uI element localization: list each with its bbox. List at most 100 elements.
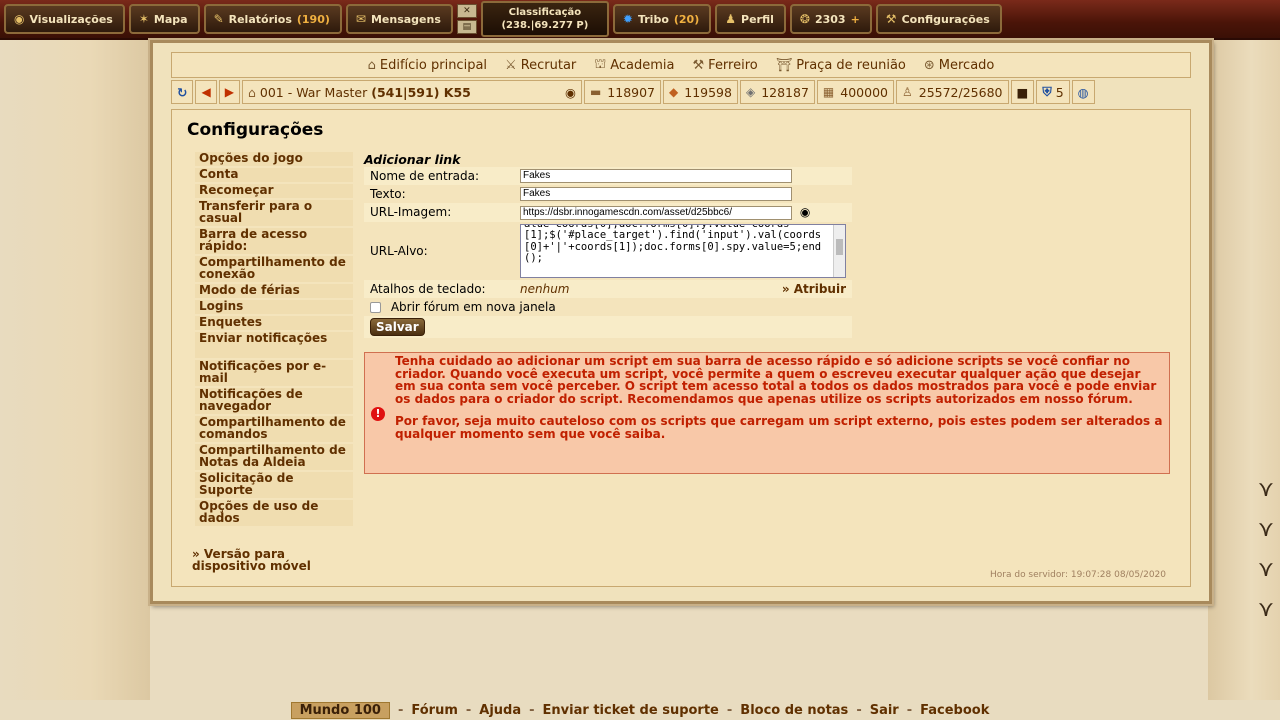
farm-value: 25572/25680 <box>918 84 1003 100</box>
background-left <box>0 40 150 700</box>
menu-item[interactable]: Notificações de navegador <box>195 388 353 414</box>
premium-points: 2303 <box>814 12 846 26</box>
entry-label: Nome de entrada: <box>364 167 514 185</box>
book-box[interactable]: ■ <box>1010 80 1035 104</box>
mensagens-label: Mensagens <box>370 12 441 26</box>
save-button[interactable]: Salvar <box>370 317 425 336</box>
main-building-icon: ⌂ <box>367 57 376 73</box>
relatorios-button[interactable]: ✎ Relatórios (190) <box>203 4 342 34</box>
eye-icon: ◉ <box>14 12 25 26</box>
text-label: Texto: <box>364 185 514 203</box>
image-preview-icon[interactable]: ◉ <box>800 205 810 219</box>
premium-button[interactable]: ❂ 2303 + <box>789 4 872 34</box>
form-title: Adicionar link <box>364 152 461 167</box>
building-mercado[interactable]: ⊛ Mercado <box>924 58 995 73</box>
academy-icon: ⛫ <box>594 56 607 72</box>
refresh-box[interactable]: ↻ <box>171 80 194 104</box>
menu-item[interactable]: Compartilhamento de conexão <box>195 256 353 282</box>
mapa-button[interactable]: ✶ Mapa <box>128 4 200 34</box>
building-mercado-label: Mercado <box>938 57 995 73</box>
footer-separator: - <box>906 702 913 718</box>
units-box[interactable]: ⛨ 5 <box>1036 80 1070 104</box>
footer-link[interactable]: Sair <box>870 703 899 718</box>
target-url-textarea[interactable]: alue=coords[0];doc.forms[0].y.value=coor… <box>520 223 846 278</box>
settings-sidemenu: Opções do jogo Conta Recomeçar Transferi… <box>195 152 353 528</box>
coin-icon: ❂ <box>799 12 810 26</box>
image-url-input[interactable]: https://dsbr.innogamescdn.com/asset/d25b… <box>520 205 792 220</box>
mapa-label: Mapa <box>153 12 188 26</box>
forum-new-window-checkbox[interactable] <box>370 301 381 313</box>
building-praca[interactable]: ⛩ Praça de reunião <box>776 58 906 73</box>
menu-item[interactable]: Opções de uso de dados <box>195 500 353 526</box>
resource-farm: ♙ 25572/25680 <box>895 80 1009 104</box>
menu-item[interactable]: Enquetes <box>195 316 353 330</box>
village-name-box[interactable]: ⌂ 001 - War Master (541|591) K55 ◉ <box>241 80 582 104</box>
village-icon: ⌂ <box>247 84 256 100</box>
warning-icon: ! <box>371 407 385 421</box>
building-bar: ⌂ Edifício principal ⚔ Recrutar ⛫ Academ… <box>171 52 1191 78</box>
text-input[interactable]: Fakes <box>520 187 792 201</box>
building-academia[interactable]: ⛫ Academia <box>594 57 674 74</box>
configuracoes-button[interactable]: ⚒ Configurações <box>875 4 1002 34</box>
building-recrutar-label: Recrutar <box>520 57 577 73</box>
mensagens-button[interactable]: ✉ Mensagens <box>345 4 453 34</box>
next-village-button[interactable]: ▶ <box>218 80 240 104</box>
menu-item[interactable]: Conta <box>195 168 353 182</box>
page-title: Configurações <box>187 120 324 140</box>
footer-bar: Mundo 100 - Fórum - Ajuda - Enviar ticke… <box>0 700 1280 720</box>
wood-icon: ▬ <box>589 85 602 99</box>
classificacao-box[interactable]: Classificação (238.|69.277 P) <box>480 1 609 37</box>
world-badge[interactable]: Mundo 100 <box>290 701 390 719</box>
prev-village-button[interactable]: ◀ <box>195 80 217 104</box>
tribo-label: Tribo <box>637 12 669 26</box>
iron-value: 128187 <box>761 84 809 100</box>
menu-item[interactable]: Compartilhamento de Notas da Aldeia <box>195 444 353 470</box>
info-icon[interactable]: ◉ <box>565 85 576 100</box>
assign-link[interactable]: » Atribuir <box>782 282 846 296</box>
mobile-version-link[interactable]: » Versão para dispositivo móvel <box>192 548 352 572</box>
background-right: ⋎ ⋎ ⋎ ⋎ <box>1208 40 1280 700</box>
anvil-icon: ⚒ <box>692 57 705 73</box>
target-url-label: URL-Alvo: <box>364 221 514 280</box>
menu-item[interactable]: Enviar notificações <box>195 332 353 358</box>
menu-item[interactable]: Modo de férias <box>195 284 353 298</box>
textarea-scrollbar[interactable] <box>833 224 845 277</box>
form-table: Nome de entrada: Fakes Texto: Fakes URL-… <box>364 167 852 338</box>
building-recrutar[interactable]: ⚔ Recrutar <box>505 58 576 73</box>
menu-item[interactable]: Notificações por e-mail <box>195 360 353 386</box>
warning-text-1: Tenha cuidado ao adicionar um script em … <box>395 354 1157 406</box>
close-icon[interactable]: ✕ <box>456 4 477 18</box>
footer-link[interactable]: Fórum <box>411 703 458 718</box>
menu-item[interactable]: Transferir para o casual <box>195 200 353 226</box>
footer-link[interactable]: Bloco de notas <box>740 703 848 718</box>
building-edificio-label: Edifício principal <box>379 57 488 73</box>
menu-item[interactable]: Compartilhamento de comandos <box>195 416 353 442</box>
menu-item[interactable]: Solicitação de Suporte <box>195 472 353 498</box>
perfil-button[interactable]: ♟ Perfil <box>715 4 786 34</box>
resource-clay: ◆ 119598 <box>663 80 738 104</box>
building-ferreiro[interactable]: ⚒ Ferreiro <box>693 58 758 73</box>
script-warning-box: ! Tenha cuidado ao adicionar um script e… <box>364 352 1170 474</box>
tribo-button[interactable]: ✹ Tribo (20) <box>612 4 712 34</box>
building-edificio[interactable]: ⌂ Edifício principal <box>368 58 487 73</box>
footer-link[interactable]: Enviar ticket de suporte <box>543 703 719 718</box>
visualizacoes-button[interactable]: ◉ Visualizações <box>4 4 125 34</box>
notebook-icon[interactable]: ▤ <box>456 20 477 34</box>
portrait-box[interactable]: ◍ <box>1071 80 1095 104</box>
top-navigation-bar: ◉ Visualizações ✶ Mapa ✎ Relatórios (190… <box>0 0 1280 40</box>
menu-item[interactable]: Opções do jogo <box>195 152 353 166</box>
shield-icon: ⛨ <box>1042 84 1052 99</box>
footer-separator: - <box>726 702 733 718</box>
footer-link[interactable]: Ajuda <box>479 703 521 718</box>
book-icon: ■ <box>1016 84 1029 100</box>
arrow-right-icon: ▶ <box>224 85 234 99</box>
menu-item[interactable]: Logins <box>195 300 353 314</box>
iron-icon: ◈ <box>745 85 756 99</box>
menu-item[interactable]: Barra de acesso rápido: <box>195 228 353 254</box>
quill-icon: ✎ <box>213 12 224 26</box>
entry-name-input[interactable]: Fakes <box>520 169 792 183</box>
footer-link[interactable]: Facebook <box>920 703 989 718</box>
storage-icon: ▦ <box>822 85 835 99</box>
menu-item[interactable]: Recomeçar <box>195 184 353 198</box>
building-ferreiro-label: Ferreiro <box>708 57 758 73</box>
